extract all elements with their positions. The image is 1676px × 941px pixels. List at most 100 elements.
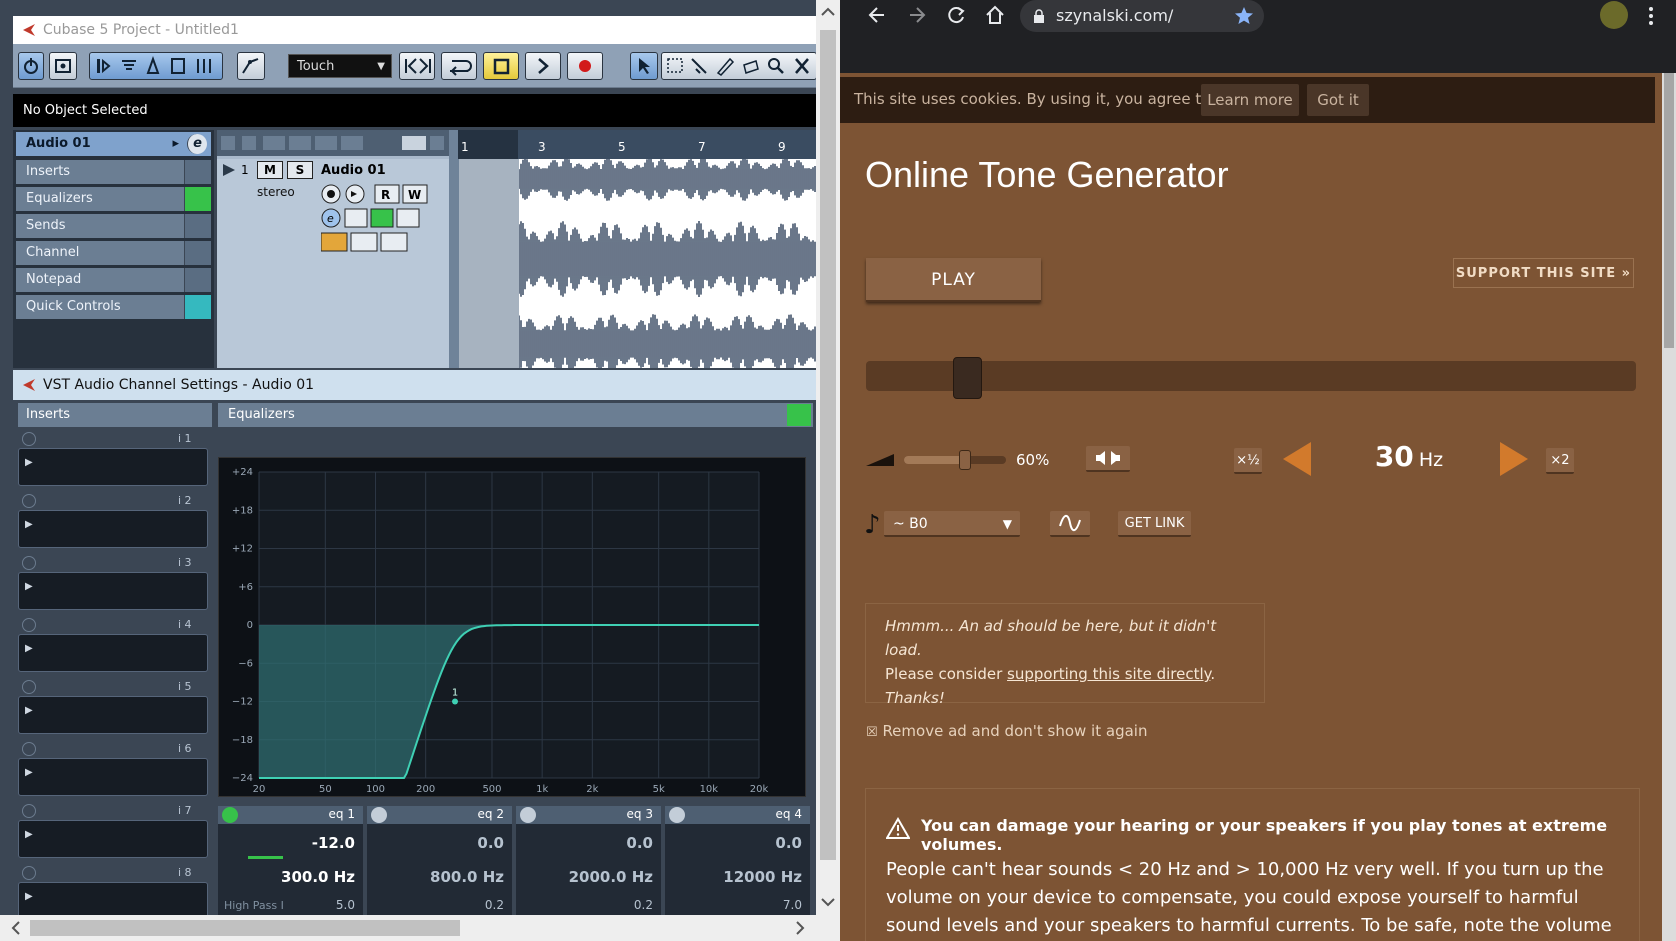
- track-divider[interactable]: [449, 130, 459, 368]
- page-scrollbar[interactable]: [1662, 73, 1676, 941]
- reload-icon[interactable]: [945, 4, 967, 26]
- track-row[interactable]: 1 M S Audio 01 stereo R W e: [217, 159, 449, 368]
- quick-controls-icon[interactable]: [184, 295, 211, 319]
- back-icon[interactable]: [866, 4, 888, 26]
- frequency-up-icon[interactable]: [1498, 441, 1530, 477]
- forward-icon[interactable]: [906, 4, 928, 26]
- waveform-select-button[interactable]: [1050, 511, 1090, 537]
- slot-expand-icon[interactable]: ▶: [25, 519, 33, 530]
- slot-expand-icon[interactable]: ▶: [25, 581, 33, 592]
- eq-band-1[interactable]: eq 1 -12.0 300.0 Hz 5.0 High Pass I: [218, 806, 363, 916]
- track-expand-icon[interactable]: [221, 163, 237, 177]
- eq-gain-value[interactable]: -12.0: [312, 834, 355, 852]
- scroll-thumb[interactable]: [1664, 73, 1674, 348]
- timeline-ruler[interactable]: 1 3 5 7 9: [458, 130, 816, 159]
- record-button[interactable]: [567, 52, 603, 80]
- eq-gain-value[interactable]: 0.0: [477, 834, 504, 852]
- slot-expand-icon[interactable]: ▶: [25, 767, 33, 778]
- remove-ad-link[interactable]: ☒ Remove ad and don't show it again: [866, 722, 1147, 740]
- edit-tools-group[interactable]: [661, 52, 817, 80]
- eq-frequency-value[interactable]: 800.0 Hz: [430, 868, 504, 886]
- slot-expand-icon[interactable]: ▶: [25, 705, 33, 716]
- insert-slot[interactable]: ▶: [18, 510, 208, 548]
- eq-gain-value[interactable]: 0.0: [775, 834, 802, 852]
- lock-icon[interactable]: [1032, 9, 1046, 25]
- eq-band-power-icon[interactable]: [222, 807, 238, 823]
- insert-power-icon[interactable]: [22, 432, 36, 446]
- support-site-button[interactable]: SUPPORT THIS SITE »: [1453, 258, 1634, 288]
- bookmark-star-icon[interactable]: [1234, 6, 1254, 26]
- slot-expand-icon[interactable]: ▶: [25, 643, 33, 654]
- eq-band-3[interactable]: eq 3 0.0 2000.0 Hz 0.2: [516, 806, 661, 916]
- eq-q-value[interactable]: 0.2: [634, 898, 653, 912]
- eq-q-value[interactable]: 7.0: [783, 898, 802, 912]
- insert-slot[interactable]: ▶: [18, 820, 208, 858]
- solo-button[interactable]: S: [287, 161, 313, 179]
- insert-power-icon[interactable]: [22, 556, 36, 570]
- view-buttons-group[interactable]: [89, 52, 223, 80]
- address-bar[interactable]: szynalski.com/: [1020, 0, 1264, 32]
- insert-power-icon[interactable]: [22, 618, 36, 632]
- got-it-button[interactable]: Got it: [1307, 84, 1369, 116]
- stop-button[interactable]: [483, 52, 519, 80]
- scroll-thumb[interactable]: [820, 30, 836, 860]
- eq-frequency-value[interactable]: 12000 Hz: [723, 868, 802, 886]
- insert-slot[interactable]: ▶: [18, 696, 208, 734]
- more-menu-icon[interactable]: [1646, 5, 1656, 27]
- slot-expand-icon[interactable]: ▶: [25, 891, 33, 902]
- bypass-icon[interactable]: [184, 160, 211, 184]
- track-control-icons[interactable]: R W e: [321, 183, 461, 263]
- cycle-button[interactable]: [441, 52, 477, 80]
- support-link[interactable]: supporting this site directly: [1007, 665, 1210, 683]
- automation-button[interactable]: [237, 52, 265, 80]
- inspector-section-quick-controls[interactable]: Quick Controls: [16, 295, 211, 319]
- edit-channel-icon[interactable]: e: [187, 134, 207, 154]
- frequency-down-icon[interactable]: [1281, 441, 1313, 477]
- sends-icon[interactable]: [184, 214, 211, 238]
- learn-more-button[interactable]: Learn more: [1201, 84, 1299, 116]
- eq-gain-value[interactable]: 0.0: [626, 834, 653, 852]
- home-icon[interactable]: [984, 4, 1006, 26]
- eq-band-4[interactable]: eq 4 0.0 12000 Hz 7.0: [665, 806, 810, 916]
- slot-expand-icon[interactable]: ▶: [25, 457, 33, 468]
- audio-event-waveform[interactable]: [519, 159, 816, 368]
- insert-slot[interactable]: ▶: [18, 448, 208, 486]
- volume-slider[interactable]: [904, 450, 1006, 470]
- eq-q-value[interactable]: 0.2: [485, 898, 504, 912]
- scroll-left-icon[interactable]: [6, 918, 26, 938]
- get-link-button[interactable]: GET LINK: [1118, 511, 1191, 537]
- inspector-section-channel[interactable]: Channel: [16, 241, 211, 265]
- frequency-slider-handle[interactable]: [953, 357, 982, 399]
- automation-mode-select[interactable]: Touch ▼: [288, 54, 392, 78]
- eq-active-icon[interactable]: [184, 187, 211, 211]
- insert-power-icon[interactable]: [22, 804, 36, 818]
- scroll-right-icon[interactable]: [790, 918, 810, 938]
- note-select[interactable]: ~ B0 ▼: [884, 511, 1020, 537]
- insert-slot[interactable]: ▶: [18, 572, 208, 610]
- inspector-section-equalizers[interactable]: Equalizers: [16, 187, 211, 211]
- inspector-section-inserts[interactable]: Inserts: [16, 160, 211, 184]
- scroll-up-icon[interactable]: [816, 0, 840, 24]
- eq-band-power-icon[interactable]: [520, 807, 536, 823]
- cubase-title-bar[interactable]: Cubase 5 Project - Untitled1: [13, 16, 816, 44]
- activate-project-button[interactable]: [18, 52, 44, 80]
- equalizers-header[interactable]: Equalizers: [218, 403, 813, 427]
- play-button[interactable]: [525, 52, 561, 80]
- eq-band-power-icon[interactable]: [669, 807, 685, 823]
- vertical-scrollbar[interactable]: [816, 0, 840, 915]
- eq-band-power-icon[interactable]: [371, 807, 387, 823]
- scroll-down-icon[interactable]: [816, 890, 840, 914]
- inspector-section-sends[interactable]: Sends: [16, 214, 211, 238]
- constrain-delay-button[interactable]: [49, 52, 77, 80]
- double-frequency-button[interactable]: ×2: [1546, 448, 1574, 474]
- insert-slot[interactable]: ▶: [18, 758, 208, 796]
- object-selection-tool[interactable]: [630, 52, 658, 80]
- eq-bypass-icon[interactable]: [787, 404, 811, 426]
- notepad-icon[interactable]: [184, 268, 211, 292]
- eq-frequency-value[interactable]: 2000.0 Hz: [569, 868, 653, 886]
- slot-expand-icon[interactable]: ▶: [25, 829, 33, 840]
- halve-frequency-button[interactable]: ×½: [1234, 448, 1262, 474]
- eq-q-value[interactable]: 5.0: [336, 898, 355, 912]
- eq-frequency-value[interactable]: 300.0 Hz: [281, 868, 355, 886]
- mute-button[interactable]: M: [257, 161, 283, 179]
